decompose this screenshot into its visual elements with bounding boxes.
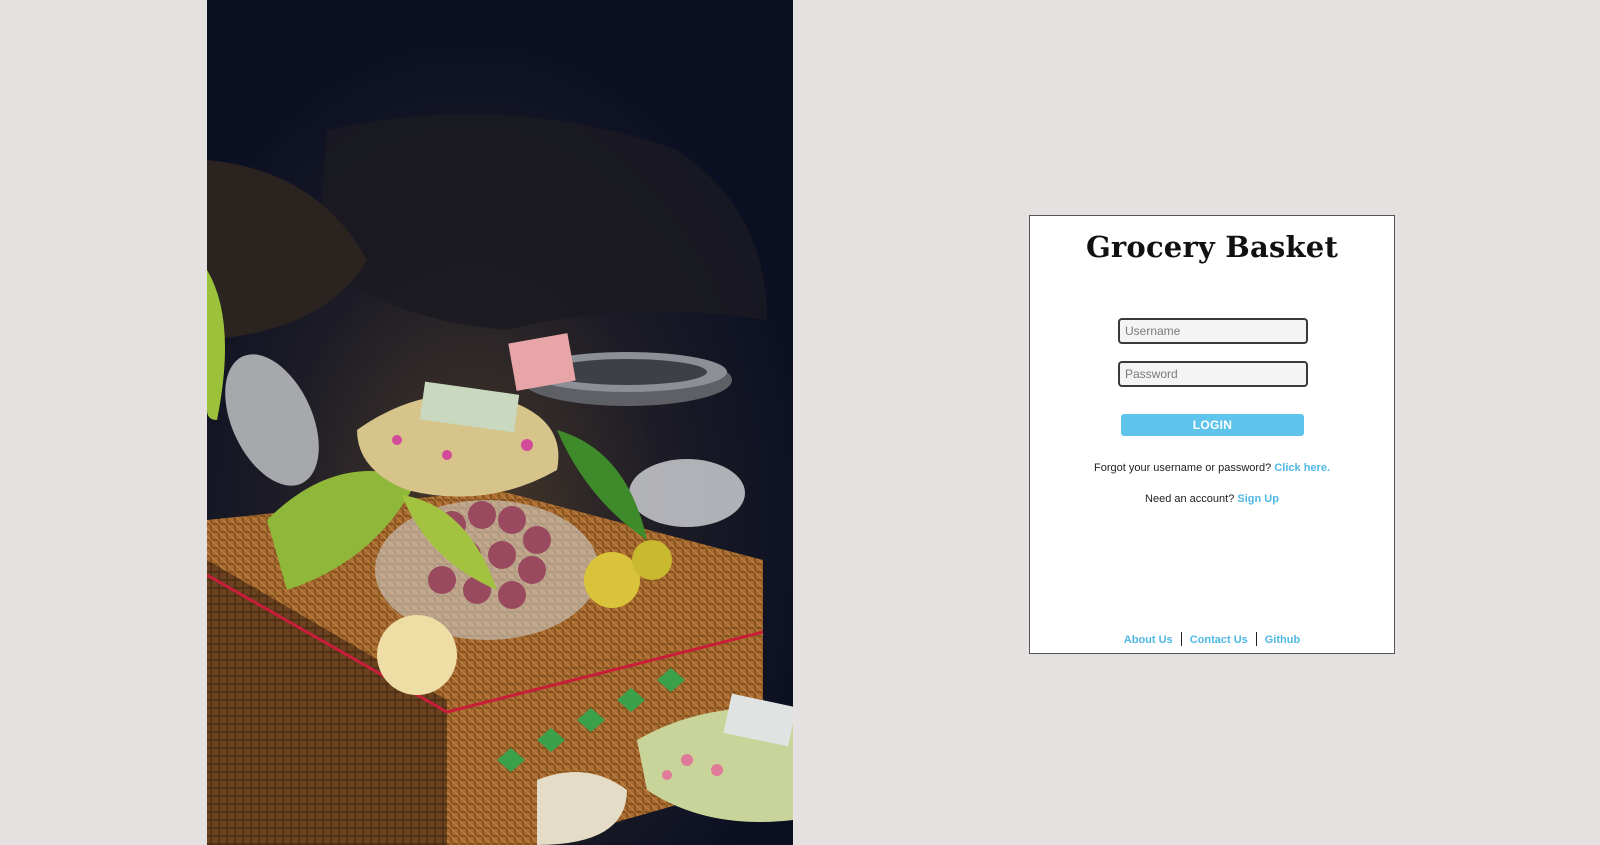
- footer-links: About Us Contact Us Github: [1030, 632, 1394, 646]
- footer-divider: [1180, 632, 1182, 646]
- footer-divider: [1255, 632, 1257, 646]
- login-button[interactable]: LOGIN: [1121, 414, 1304, 436]
- signup-link[interactable]: Sign Up: [1237, 493, 1279, 505]
- forgot-link[interactable]: Click here.: [1274, 462, 1330, 474]
- contact-us-link[interactable]: Contact Us: [1190, 634, 1248, 646]
- forgot-text: Forgot your username or password?: [1093, 462, 1272, 474]
- password-input[interactable]: [1118, 361, 1308, 387]
- about-us-link[interactable]: About Us: [1124, 634, 1173, 646]
- grocery-basket-photo: [207, 0, 793, 845]
- login-card: Grocery Basket LOGIN Forgot your usernam…: [1029, 215, 1395, 654]
- signup-text: Need an account?: [1145, 493, 1235, 505]
- brand-title: Grocery Basket: [1085, 230, 1339, 264]
- username-input[interactable]: [1118, 318, 1308, 344]
- github-link[interactable]: Github: [1265, 634, 1300, 646]
- signup-line: Need an account? Sign Up: [1030, 493, 1394, 505]
- hero-photo: [207, 0, 793, 845]
- forgot-credentials-line: Forgot your username or password? Click …: [1030, 462, 1394, 474]
